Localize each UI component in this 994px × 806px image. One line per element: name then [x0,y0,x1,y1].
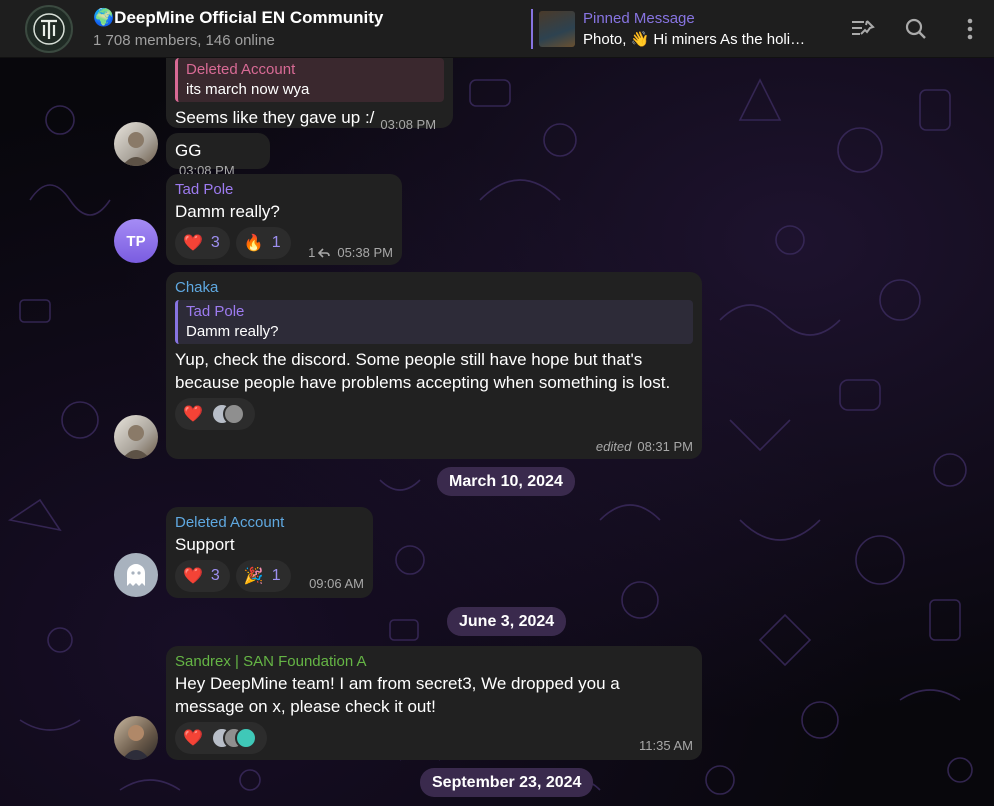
member-count: 1 708 members, 146 online [93,32,275,49]
pinned-label: Pinned Message [583,10,695,27]
message-bubble[interactable]: Chaka Tad Pole Damm really? Yup, check t… [166,272,702,459]
reactor-avatar [234,727,257,749]
chat-info[interactable]: 🌍DeepMine Official EN Community 1 708 me… [93,8,383,49]
reaction-count: 1 [271,234,281,251]
reply-text: Damm really? [186,323,279,340]
edited-label: edited [595,439,632,454]
reply-count[interactable]: 1 [308,245,315,260]
reaction-count: 1 [271,567,281,584]
message-bubble[interactable]: GG 03:08 PM [166,133,270,178]
avatar[interactable]: TP [114,219,158,263]
message-time: 03:08 PM [380,117,437,132]
reaction-party[interactable]: 🎉 1 [235,560,291,592]
chat-title: 🌍DeepMine Official EN Community [93,8,384,27]
sender-name[interactable]: Chaka [175,278,693,298]
reactor-avatars [210,403,245,425]
message-text: Seems like they gave up :/ [175,108,375,127]
heart-icon: ❤️ [183,406,203,423]
deepmine-logo-icon [33,13,65,45]
reaction-heart[interactable]: ❤️ [175,722,267,754]
search-icon[interactable] [903,16,929,42]
reaction-heart[interactable]: ❤️ 3 [175,560,230,592]
fire-icon: 🔥 [243,235,264,252]
avatar[interactable] [114,553,158,597]
message-bubble[interactable]: Deleted Account Support ❤️ 3 🎉 1 09:06 AM [166,507,373,598]
reaction-count: 3 [210,567,220,584]
avatar[interactable] [114,716,158,760]
message-meta: edited 08:31 PM [596,439,693,454]
reply-sender: Tad Pole [186,303,245,320]
date-separator: September 23, 2024 [420,768,594,797]
sender-name[interactable]: Deleted Account [175,513,364,533]
date-separator: March 10, 2024 [437,467,575,496]
message-bubble[interactable]: Tad Pole Damm really? ❤️ 3 🔥 1 1 05:38 PM [166,174,402,265]
avatar[interactable] [114,122,158,166]
reaction-heart[interactable]: ❤️ [175,398,255,430]
message-text: Hey DeepMine team! I am from secret3, We… [175,674,620,716]
reaction-count: 3 [210,234,220,251]
message-text: Yup, check the discord. Some people stil… [175,350,671,392]
message-time: 11:35 AM [639,738,693,753]
message-meta: 11:35 AM [639,737,693,755]
message-bubble[interactable]: Deleted Account its march now wya Seems … [166,48,453,132]
chat-header: 🌍DeepMine Official EN Community 1 708 me… [0,0,994,58]
pinned-message[interactable]: Pinned Message Photo, 👋 Hi miners As the… [531,9,821,49]
message-time: 09:06 AM [309,576,364,591]
heart-icon: ❤️ [183,730,203,747]
reaction-heart[interactable]: ❤️ 3 [175,227,230,259]
message-meta: 1 05:38 PM [308,245,393,260]
pinned-text: Photo, 👋 Hi miners As the holi… [583,31,806,48]
avatar[interactable] [114,415,158,459]
reactions: ❤️ [175,398,693,430]
pinned-list-icon[interactable] [850,16,876,42]
message-text: Damm really? [175,202,280,221]
message-text: Support [175,535,235,554]
pinned-thumbnail [539,11,575,47]
reactor-avatar [222,403,245,425]
heart-icon: ❤️ [183,568,203,585]
message-meta: 09:06 AM [309,575,364,593]
party-popper-icon: 🎉 [243,568,264,585]
message-text: GG [175,141,202,160]
reply-quote[interactable]: Tad Pole Damm really? [175,300,693,344]
message-time: 08:31 PM [637,439,693,454]
reaction-fire[interactable]: 🔥 1 [235,227,291,259]
reply-text: its march now wya [186,81,310,98]
reply-quote[interactable]: Deleted Account its march now wya [175,58,444,102]
reactions: ❤️ [175,722,693,754]
sender-name[interactable]: Tad Pole [175,180,393,200]
heart-icon: ❤️ [183,235,203,252]
group-avatar[interactable] [25,5,73,53]
reply-sender: Deleted Account [186,61,296,78]
date-separator: June 3, 2024 [447,607,567,636]
message-time: 05:38 PM [337,245,393,260]
sender-name[interactable]: Sandrex | SAN Foundation A [175,652,693,672]
reply-arrow-icon [318,247,331,258]
more-vertical-icon[interactable] [957,16,983,42]
reactor-avatars [210,727,257,749]
message-bubble[interactable]: Sandrex | SAN Foundation A Hey DeepMine … [166,646,702,760]
ghost-icon [127,564,145,586]
avatar-initials: TP [126,232,146,250]
